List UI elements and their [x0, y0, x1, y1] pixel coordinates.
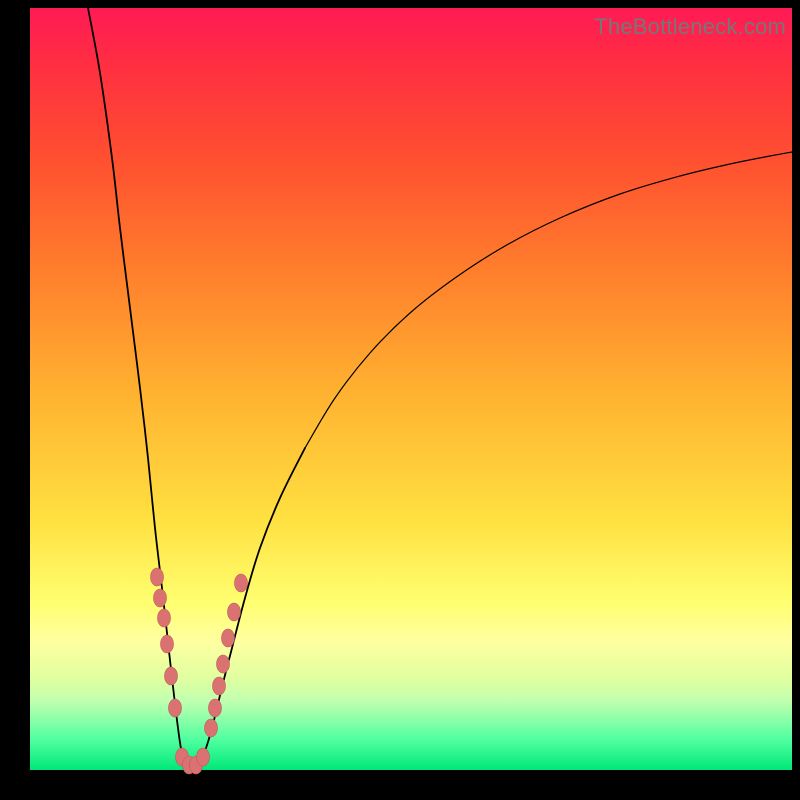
bead-markers [151, 568, 248, 774]
bead-marker [217, 655, 230, 673]
curve-svg [30, 8, 792, 770]
bead-marker [197, 748, 210, 766]
bead-marker [154, 589, 167, 607]
bead-marker [228, 603, 241, 621]
chart-frame: TheBottleneck.com [0, 0, 800, 800]
bead-marker [158, 609, 171, 627]
bead-marker [222, 629, 235, 647]
bead-marker [161, 635, 174, 653]
bead-marker [205, 719, 218, 737]
curve-left-branch [88, 8, 192, 768]
curve-right-branch [192, 152, 792, 768]
plot-area: TheBottleneck.com [30, 8, 792, 770]
bead-marker [209, 699, 222, 717]
bead-marker [169, 699, 182, 717]
bead-marker [235, 574, 248, 592]
bead-marker [213, 677, 226, 695]
bead-marker [151, 568, 164, 586]
bead-marker [165, 667, 178, 685]
